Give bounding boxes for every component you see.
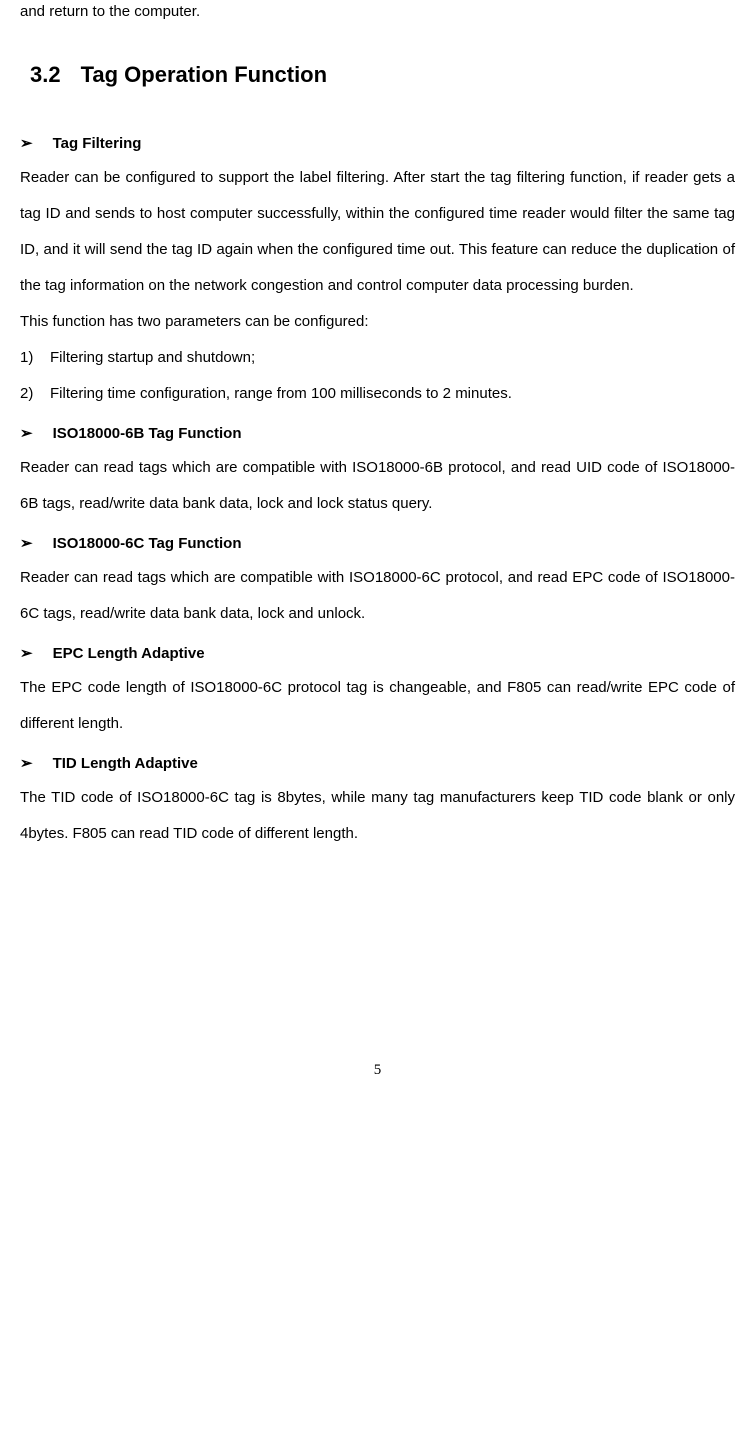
bullet-icon: ➢ [20, 755, 33, 772]
list-item: 2)Filtering time configuration, range fr… [20, 376, 735, 412]
subsection-title: Tag Filtering [53, 135, 142, 152]
paragraph-text: The EPC code length of ISO18000-6C proto… [20, 670, 735, 742]
subsection-title: TID Length Adaptive [53, 755, 198, 772]
subsection-heading: ➢ ISO18000-6C Tag Function [20, 527, 735, 560]
list-number: 2) [20, 376, 50, 412]
bullet-icon: ➢ [20, 535, 33, 552]
subsection-heading: ➢ Tag Filtering [20, 127, 735, 160]
subsection-title: ISO18000-6B Tag Function [53, 425, 242, 442]
bullet-icon: ➢ [20, 425, 33, 442]
bullet-icon: ➢ [20, 645, 33, 662]
subsection-iso-6c: ➢ ISO18000-6C Tag Function Reader can rea… [20, 527, 735, 632]
subsection-epc-length: ➢ EPC Length Adaptive The EPC code length… [20, 637, 735, 742]
list-text: Filtering startup and shutdown; [50, 349, 255, 366]
subsection-title: EPC Length Adaptive [53, 645, 205, 662]
page-number: 5 [20, 1052, 735, 1088]
subsection-iso-6b: ➢ ISO18000-6B Tag Function Reader can rea… [20, 417, 735, 522]
subsection-tag-filtering: ➢ Tag Filtering Reader can be configured … [20, 127, 735, 412]
subsection-heading: ➢ TID Length Adaptive [20, 747, 735, 780]
continuation-text: and return to the computer. [20, 0, 735, 24]
list-text: Filtering time configuration, range from… [50, 385, 512, 402]
subsection-title: ISO18000-6C Tag Function [53, 535, 242, 552]
subsection-tid-length: ➢ TID Length Adaptive The TID code of ISO… [20, 747, 735, 852]
paragraph-text: Reader can read tags which are compatibl… [20, 560, 735, 632]
paragraph-text: The TID code of ISO18000-6C tag is 8byte… [20, 780, 735, 852]
section-heading: 3.2 Tag Operation Function [20, 49, 735, 102]
subsection-heading: ➢ ISO18000-6B Tag Function [20, 417, 735, 450]
section-title: Tag Operation Function [81, 62, 327, 87]
numbered-list: 1)Filtering startup and shutdown; 2)Filt… [20, 340, 735, 412]
paragraph-text: Reader can read tags which are compatibl… [20, 450, 735, 522]
subsection-heading: ➢ EPC Length Adaptive [20, 637, 735, 670]
bullet-icon: ➢ [20, 135, 33, 152]
section-number: 3.2 [30, 62, 61, 87]
list-number: 1) [20, 340, 50, 376]
paragraph-text: Reader can be configured to support the … [20, 160, 735, 304]
paragraph-text: This function has two parameters can be … [20, 304, 735, 340]
list-item: 1)Filtering startup and shutdown; [20, 340, 735, 376]
